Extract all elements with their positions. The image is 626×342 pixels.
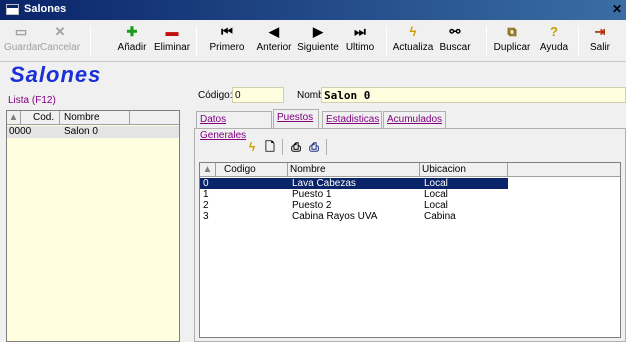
toolbar-separator: [90, 26, 91, 56]
print-icon[interactable]: ⎙: [288, 138, 304, 156]
duplicate-label: Duplicar: [493, 42, 531, 53]
app-icon: [6, 4, 19, 15]
previous-button[interactable]: ◀ Anterior: [254, 22, 294, 60]
sort-icon: ▲: [7, 111, 21, 124]
cell-codigo: 3: [203, 211, 209, 222]
page-title: Salones: [10, 62, 102, 87]
refresh-icon: ϟ: [409, 24, 417, 39]
cancel-label: Cancelar: [40, 42, 81, 53]
cell-nombre: Lava Cabezas: [292, 178, 356, 189]
help-button[interactable]: ? Ayuda: [534, 22, 574, 60]
column-header-nombre[interactable]: Nombre: [288, 163, 420, 176]
search-label: Buscar: [439, 42, 471, 53]
cell-nombre: Cabina Rayos UVA: [292, 211, 378, 222]
toolbar-separator: [578, 26, 579, 56]
cell-codigo: 2: [203, 200, 209, 211]
tab-estadisticas[interactable]: Estadisticas: [322, 111, 382, 128]
list-label: Lista (F12): [8, 95, 56, 106]
binoculars-icon: ⚯: [449, 24, 461, 39]
search-button[interactable]: ⚯ Buscar: [436, 22, 474, 60]
table-row[interactable]: 3 Cabina Rayos UVA Cabina: [200, 211, 508, 222]
toolbar-separator: [196, 26, 197, 56]
save-button[interactable]: ▭ Guardar: [4, 22, 41, 60]
print-setup-icon[interactable]: ⎙: [306, 138, 322, 156]
title-bar: Salones ✕: [0, 0, 626, 20]
column-header-empty: [508, 163, 620, 176]
tab-acumulados[interactable]: Acumulados: [383, 111, 446, 128]
preview-icon[interactable]: 🗋: [262, 138, 278, 156]
last-label: Ultimo: [345, 42, 375, 53]
cancel-button[interactable]: ✕ Cancelar: [40, 22, 80, 60]
first-label: Primero: [209, 42, 245, 53]
table-row[interactable]: 2 Puesto 2 Local: [200, 200, 508, 211]
table-row[interactable]: 1 Puesto 1 Local: [200, 189, 508, 200]
list-item-nombre: Salon 0: [64, 126, 98, 137]
cell-nombre: Puesto 1: [292, 189, 332, 200]
last-icon: ⏭: [354, 24, 366, 39]
refresh-button[interactable]: ϟ Actualiza: [392, 22, 434, 60]
column-header-codigo[interactable]: Codigo: [216, 163, 288, 176]
subtoolbar-separator: [326, 139, 327, 155]
next-icon: ▶: [313, 24, 323, 39]
codigo-field[interactable]: 0: [232, 87, 284, 103]
cell-ubicacion: Local: [424, 200, 448, 211]
cell-ubicacion: Local: [424, 189, 448, 200]
duplicate-button[interactable]: ⧉ Duplicar: [490, 22, 534, 60]
cell-codigo: 0: [203, 178, 209, 189]
codigo-label: Código:: [198, 90, 233, 101]
delete-button[interactable]: ▬ Eliminar: [152, 22, 192, 60]
refresh-icon[interactable]: ϟ: [244, 138, 260, 156]
list-header: ▲ Cod. Nombre: [7, 111, 179, 125]
cancel-icon: ✕: [54, 24, 66, 39]
grid-header: ▲ Codigo Nombre Ubicacion: [200, 163, 620, 177]
exit-label: Salir: [589, 42, 610, 53]
add-icon: ✚: [126, 24, 138, 39]
delete-label: Eliminar: [153, 42, 191, 53]
toolbar-separator: [486, 26, 487, 56]
close-window-button[interactable]: ✕: [610, 2, 624, 16]
add-button[interactable]: ✚ Añadir: [114, 22, 150, 60]
exit-button[interactable]: ⇥ Salir: [584, 22, 616, 60]
cell-codigo: 1: [203, 189, 209, 200]
next-button[interactable]: ▶ Siguiente: [296, 22, 340, 60]
duplicate-icon: ⧉: [507, 24, 517, 39]
delete-icon: ▬: [165, 24, 179, 39]
save-label: Guardar: [4, 42, 41, 53]
add-label: Añadir: [117, 42, 147, 53]
help-label: Ayuda: [539, 42, 569, 53]
sort-icon: ▲: [200, 163, 216, 176]
subtoolbar-separator: [282, 139, 283, 155]
list-item-cod: 0000: [9, 126, 32, 137]
cell-ubicacion: Local: [424, 178, 448, 189]
nombre-field[interactable]: Salon 0: [321, 87, 626, 103]
table-row[interactable]: 0 Lava Cabezas Local: [200, 178, 508, 189]
previous-icon: ◀: [269, 24, 279, 39]
list-item[interactable]: 0000 Salon 0: [7, 126, 179, 138]
main-toolbar: ▭ Guardar ✕ Cancelar ✚ Añadir ▬ Eliminar…: [0, 20, 626, 62]
column-header-nombre[interactable]: Nombre: [60, 111, 130, 124]
refresh-label: Actualiza: [392, 42, 434, 53]
last-button[interactable]: ⏭ Ultimo: [344, 22, 376, 60]
column-header-cod[interactable]: Cod.: [21, 111, 60, 124]
tab-puestos[interactable]: Puestos: [273, 109, 319, 128]
column-header-ubicacion[interactable]: Ubicacion: [420, 163, 508, 176]
window-title: Salones: [24, 3, 67, 15]
previous-label: Anterior: [256, 42, 292, 53]
cell-ubicacion: Cabina: [424, 211, 456, 222]
exit-icon: ⇥: [594, 24, 606, 39]
toolbar-separator: [386, 26, 387, 56]
puestos-grid[interactable]: ▲ Codigo Nombre Ubicacion 0 Lava Cabezas…: [199, 162, 621, 338]
save-icon: ▭: [14, 24, 28, 39]
cell-nombre: Puesto 2: [292, 200, 332, 211]
help-icon: ?: [550, 24, 558, 39]
first-icon: ⏮: [221, 24, 233, 39]
next-label: Siguiente: [297, 42, 339, 53]
salones-list[interactable]: ▲ Cod. Nombre 0000 Salon 0: [6, 110, 180, 342]
tab-datos-generales[interactable]: Datos Generales: [196, 111, 272, 141]
first-button[interactable]: ⏮ Primero: [208, 22, 246, 60]
